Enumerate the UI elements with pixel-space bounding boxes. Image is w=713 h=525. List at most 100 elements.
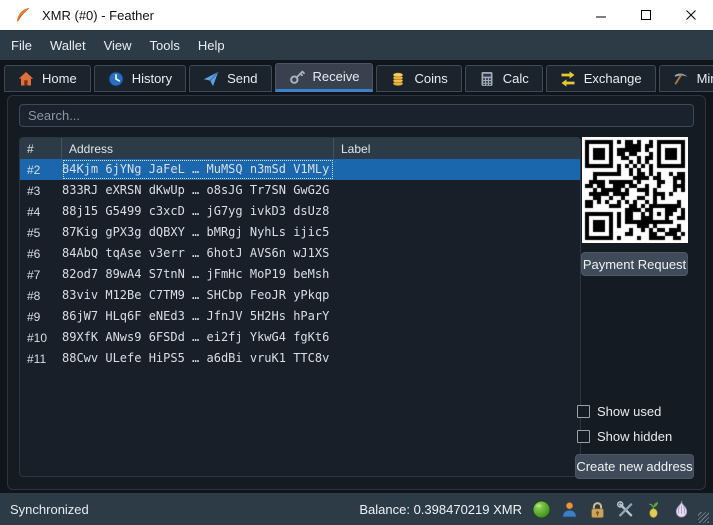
row-index: #7 — [27, 267, 41, 282]
show-used-checkbox-row[interactable]: Show used — [575, 399, 694, 424]
row-address: 86jW7 HLq6F eNEd3 … JfnJV 5H2Hs hParY — [62, 309, 330, 323]
row-address: 87Kig gPX3g dQBXY … bMRgj NyhLs ijic5 — [62, 225, 330, 239]
payment-request-button[interactable]: Payment Request — [581, 252, 688, 276]
tab-history[interactable]: History — [93, 65, 187, 92]
tab-coins[interactable]: Coins — [376, 65, 462, 92]
balance-text: Balance: 0.398470219 XMR — [359, 501, 522, 517]
tab-label: Calc — [502, 71, 529, 86]
search-input[interactable] — [19, 104, 694, 127]
tools-icon[interactable] — [616, 500, 635, 519]
resize-grip[interactable] — [698, 512, 709, 523]
row-address: 88j15 G5499 c3xcD … jG7yg ivkD3 dsUz8 — [62, 204, 330, 218]
address-table: # Address Label #2 84Kjm 6jYNg JaFeL … Mu… — [19, 137, 581, 477]
tab-bar: Home History Send Receive Coins Calc Exc… — [0, 60, 713, 92]
show-hidden-checkbox[interactable] — [577, 430, 590, 443]
menu-tools[interactable]: Tools — [143, 34, 187, 57]
row-label — [334, 327, 580, 348]
tab-label: Home — [42, 71, 77, 86]
table-row[interactable]: #9 86jW7 HLq6F eNEd3 … JfnJV 5H2Hs hParY — [20, 306, 580, 327]
tab-label: Send — [227, 71, 258, 86]
row-label — [334, 306, 580, 327]
row-index: #9 — [27, 309, 41, 324]
column-header-index[interactable]: # — [20, 138, 62, 159]
table-row[interactable]: #8 83viv M12Be C7TM9 … SHCbp FeoJR yPkqp — [20, 285, 580, 306]
tab-send[interactable]: Send — [189, 65, 272, 92]
row-index: #3 — [27, 183, 41, 198]
lock-icon[interactable] — [588, 500, 607, 519]
tab-calc[interactable]: Calc — [464, 65, 543, 92]
table-row[interactable]: #7 82od7 89wA4 S7tnN … jFmHc MoP19 beMsh — [20, 264, 580, 285]
row-address: 89XfK ANws9 6FSDd … ei2fj YkwG4 fgKt6 — [62, 330, 330, 344]
tab-exchange[interactable]: Exchange — [545, 65, 656, 92]
row-index: #2 — [27, 162, 41, 177]
table-row[interactable]: #11 88Cwv ULefe HiPS5 … a6dBi vruK1 TTC8v — [20, 348, 580, 369]
tab-receive[interactable]: Receive — [274, 63, 374, 92]
show-used-checkbox[interactable] — [577, 405, 590, 418]
show-hidden-label: Show hidden — [597, 429, 673, 444]
status-icons — [532, 500, 691, 519]
menu-wallet[interactable]: Wallet — [43, 34, 93, 57]
exchange-icon — [561, 70, 575, 87]
row-address: 833RJ eXRSN dKwUp … o8sJG Tr7SN GwG2G — [62, 183, 330, 197]
row-label — [334, 243, 580, 264]
menu-file[interactable]: File — [4, 34, 39, 57]
status-bar: Synchronized Balance: 0.398470219 XMR — [0, 493, 713, 525]
receive-panel: # Address Label #2 84Kjm 6jYNg JaFeL … Mu… — [7, 95, 706, 490]
receive-side-column: Payment Request Show used Show hidden Cr… — [575, 137, 694, 479]
home-icon — [18, 71, 34, 85]
tab-label: Coins — [414, 71, 448, 86]
row-label — [334, 180, 580, 201]
column-header-address[interactable]: Address — [62, 138, 334, 159]
row-index: #10 — [27, 330, 48, 345]
row-index: #11 — [27, 351, 47, 366]
account-icon[interactable] — [560, 500, 579, 519]
row-label — [334, 264, 580, 285]
row-address: 83viv M12Be C7TM9 … SHCbp FeoJR yPkqp — [62, 288, 330, 302]
onion-icon[interactable] — [672, 500, 691, 519]
tab-home[interactable]: Home — [4, 65, 91, 92]
create-new-address-button[interactable]: Create new address — [575, 454, 694, 479]
network-status-icon[interactable] — [532, 500, 551, 519]
menu-view[interactable]: View — [97, 34, 139, 57]
menubar: File Wallet View Tools Help — [0, 30, 713, 60]
show-hidden-checkbox-row[interactable]: Show hidden — [575, 424, 694, 449]
mining-icon — [674, 72, 688, 84]
table-row[interactable]: #6 84AbQ tqAse v3err … 6hotJ AVS6n wJ1XS — [20, 243, 580, 264]
row-label — [334, 159, 580, 180]
minimize-button[interactable] — [578, 0, 623, 30]
tab-label: Mining — [696, 71, 713, 86]
row-index: #8 — [27, 288, 41, 303]
row-address: 84Kjm 6jYNg JaFeL … MuMSQ n3mSd V1MLy — [62, 159, 334, 180]
window-title: XMR (#0) - Feather — [42, 7, 154, 23]
address-table-body: #2 84Kjm 6jYNg JaFeL … MuMSQ n3mSd V1MLy #… — [20, 159, 580, 369]
column-header-label[interactable]: Label — [334, 138, 580, 159]
row-label — [334, 348, 580, 369]
qr-code-container — [581, 137, 688, 243]
tab-mining[interactable]: Mining — [658, 65, 713, 92]
row-address: 82od7 89wA4 S7tnN … jFmHc MoP19 beMsh — [62, 267, 330, 281]
row-index: #4 — [27, 204, 41, 219]
tab-label: Exchange — [583, 71, 642, 86]
menu-help[interactable]: Help — [191, 34, 232, 57]
tab-label: History — [131, 71, 173, 86]
table-row[interactable]: #10 89XfK ANws9 6FSDd … ei2fj YkwG4 fgKt6 — [20, 327, 580, 348]
history-icon — [108, 71, 124, 86]
feather-logo-icon — [16, 7, 30, 22]
show-used-label: Show used — [597, 404, 662, 419]
row-label — [334, 285, 580, 306]
table-row[interactable]: #2 84Kjm 6jYNg JaFeL … MuMSQ n3mSd V1MLy — [20, 159, 580, 180]
table-row[interactable]: #5 87Kig gPX3g dQBXY … bMRgj NyhLs ijic5 — [20, 222, 580, 243]
table-row[interactable]: #4 88j15 G5499 c3xcD … jG7yg ivkD3 dsUz8 — [20, 201, 580, 222]
row-label — [334, 222, 580, 243]
row-label — [334, 201, 580, 222]
maximize-button[interactable] — [623, 0, 668, 30]
table-row[interactable]: #3 833RJ eXRSN dKwUp … o8sJG Tr7SN GwG2G — [20, 180, 580, 201]
send-icon — [203, 71, 219, 86]
receive-icon — [289, 70, 305, 84]
titlebar: XMR (#0) - Feather — [0, 0, 713, 30]
tab-label: Receive — [312, 69, 360, 84]
close-button[interactable] — [668, 0, 713, 30]
qr-code — [581, 137, 688, 243]
seed-icon[interactable] — [644, 500, 663, 519]
row-address: 88Cwv ULefe HiPS5 … a6dBi vruK1 TTC8v — [62, 351, 330, 365]
